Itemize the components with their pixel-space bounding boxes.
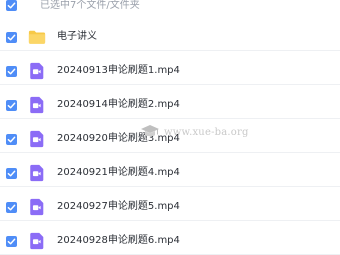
file-name: 20240920申论刷题3.mp4 <box>57 133 180 144</box>
video-file-icon <box>30 130 44 148</box>
file-name: 20240921申论刷题4.mp4 <box>57 167 180 178</box>
item-checkbox[interactable] <box>6 202 17 213</box>
list-item[interactable]: 20240927申论刷题5.mp4 <box>0 187 340 221</box>
video-file-icon <box>30 198 44 216</box>
checkmark-icon <box>7 68 16 75</box>
item-checkbox[interactable] <box>6 134 17 145</box>
list-item[interactable]: 20240928申论刷题6.mp4 <box>0 221 340 255</box>
item-checkbox[interactable] <box>6 66 17 77</box>
item-checkbox[interactable] <box>6 236 17 247</box>
checkmark-icon <box>7 136 16 143</box>
item-checkbox[interactable] <box>6 168 17 179</box>
list-item[interactable]: 20240921申论刷题4.mp4 <box>0 153 340 187</box>
file-name: 20240927申论刷题5.mp4 <box>57 201 180 212</box>
checkmark-icon <box>7 204 16 211</box>
video-file-icon <box>30 232 44 250</box>
checkmark-icon <box>7 170 16 177</box>
checkmark-icon <box>7 34 16 41</box>
file-name: 电子讲义 <box>57 31 97 42</box>
video-file-icon <box>30 62 44 80</box>
list-item[interactable]: 电子讲义 <box>0 17 340 51</box>
file-list: 电子讲义 20240913申论刷题1.mp4 20240914申论刷题2.mp4 <box>0 17 340 255</box>
item-checkbox[interactable] <box>6 100 17 111</box>
list-item[interactable]: 20240914申论刷题2.mp4 <box>0 85 340 119</box>
checkmark-icon <box>7 238 16 245</box>
checkmark-icon <box>7 2 16 9</box>
list-item[interactable]: 20240920申论刷题3.mp4 <box>0 119 340 153</box>
selection-count-text: 已选中7个文件/文件夹 <box>40 0 140 11</box>
select-all-checkbox[interactable] <box>6 0 17 11</box>
file-name: 20240928申论刷题6.mp4 <box>57 235 180 246</box>
file-name: 20240914申论刷题2.mp4 <box>57 99 180 110</box>
item-checkbox[interactable] <box>6 32 17 43</box>
folder-icon <box>28 30 46 44</box>
checkmark-icon <box>7 102 16 109</box>
list-item[interactable]: 20240913申论刷题1.mp4 <box>0 51 340 85</box>
file-name: 20240913申论刷题1.mp4 <box>57 65 180 76</box>
selection-header: 已选中7个文件/文件夹 <box>0 0 340 14</box>
video-file-icon <box>30 96 44 114</box>
video-file-icon <box>30 164 44 182</box>
